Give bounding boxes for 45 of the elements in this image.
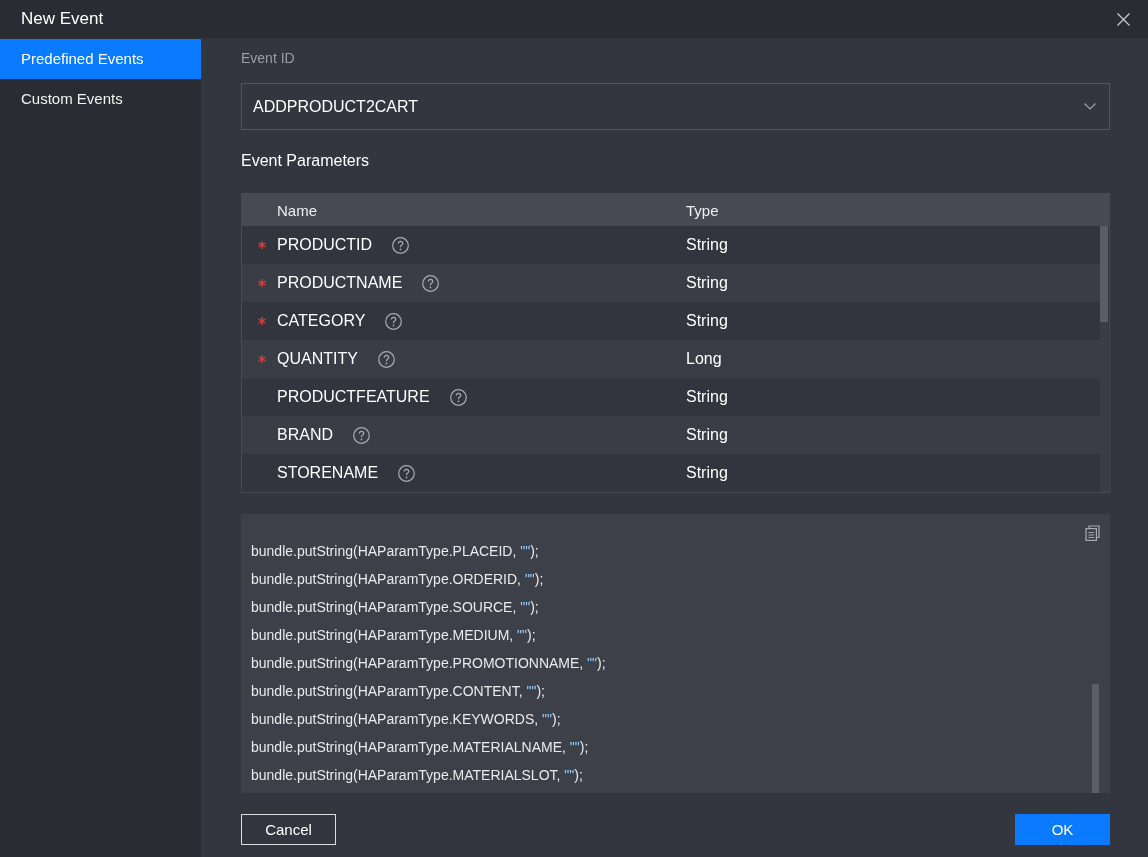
cancel-button[interactable]: Cancel <box>241 814 336 845</box>
column-header: Type <box>686 201 720 219</box>
code-line: bundle.putString(HAParamType.KEYWORDS, ""); <box>251 710 562 729</box>
help-icon[interactable] <box>377 350 395 368</box>
parameter-type: String <box>686 388 729 406</box>
column-header: Name <box>277 201 318 219</box>
help-icon[interactable] <box>392 236 410 254</box>
parameter-type: String <box>686 312 729 330</box>
help-icon[interactable] <box>385 312 403 330</box>
scrollbar-thumb[interactable] <box>1092 684 1099 793</box>
code-line: bundle.putString(HAParamType.ORDERID, ""); <box>251 570 545 589</box>
code-line: bundle.putString(HAParamType.CONTENT, ""); <box>251 682 546 701</box>
code-line: bundle.putString(HAParamType.SOURCE, ""); <box>251 598 540 617</box>
help-icon[interactable] <box>398 464 416 482</box>
parameter-name: STORENAME <box>277 464 379 482</box>
field-label: Event ID <box>241 49 296 68</box>
event-id-select[interactable]: ADDPRODUCT2CART <box>241 83 1110 130</box>
parameter-name: PRODUCTFEATURE <box>277 388 430 406</box>
parameter-type: String <box>686 274 729 292</box>
code-line: bundle.putString(HAParamType.MEDIUM, ""); <box>251 626 537 645</box>
help-icon[interactable] <box>449 388 467 406</box>
parameter-type: String <box>686 236 729 254</box>
code-line: bundle.putString(HAParamType.PLACEID, ""); <box>251 542 540 561</box>
help-icon[interactable] <box>353 426 370 444</box>
window-title: New Event <box>21 9 104 29</box>
close-icon <box>1117 12 1130 26</box>
parameter-name: BRAND <box>277 426 333 444</box>
ok-button[interactable]: OK <box>1015 814 1110 845</box>
parameter-type: Long <box>686 350 723 368</box>
parameter-name: PRODUCTNAME <box>277 274 403 292</box>
help-icon[interactable] <box>422 274 440 292</box>
copy-icon[interactable] <box>1085 525 1100 541</box>
code-line: bundle.putString(HAParamType.MATERIALSLOT, ""); <box>251 766 584 785</box>
chevron-down-icon <box>1084 103 1096 110</box>
parameter-name: QUANTITY <box>277 350 358 368</box>
code-line: bundle.putString(HAParamType.PROMOTIONNAME, ""); <box>251 654 607 673</box>
parameter-type: String <box>686 426 729 444</box>
code-line: bundle.putString(HAParamType.MATERIALNAME, ""); <box>251 738 590 757</box>
parameter-name: PRODUCTID <box>277 236 373 254</box>
section-heading: Event Parameters <box>241 151 371 171</box>
scrollbar-thumb[interactable] <box>1100 226 1108 322</box>
sidebar-item[interactable]: Custom Events <box>0 79 201 119</box>
sidebar-item[interactable]: Predefined Events <box>0 39 201 79</box>
parameter-type: String <box>686 464 729 482</box>
parameter-name: CATEGORY <box>277 312 366 330</box>
